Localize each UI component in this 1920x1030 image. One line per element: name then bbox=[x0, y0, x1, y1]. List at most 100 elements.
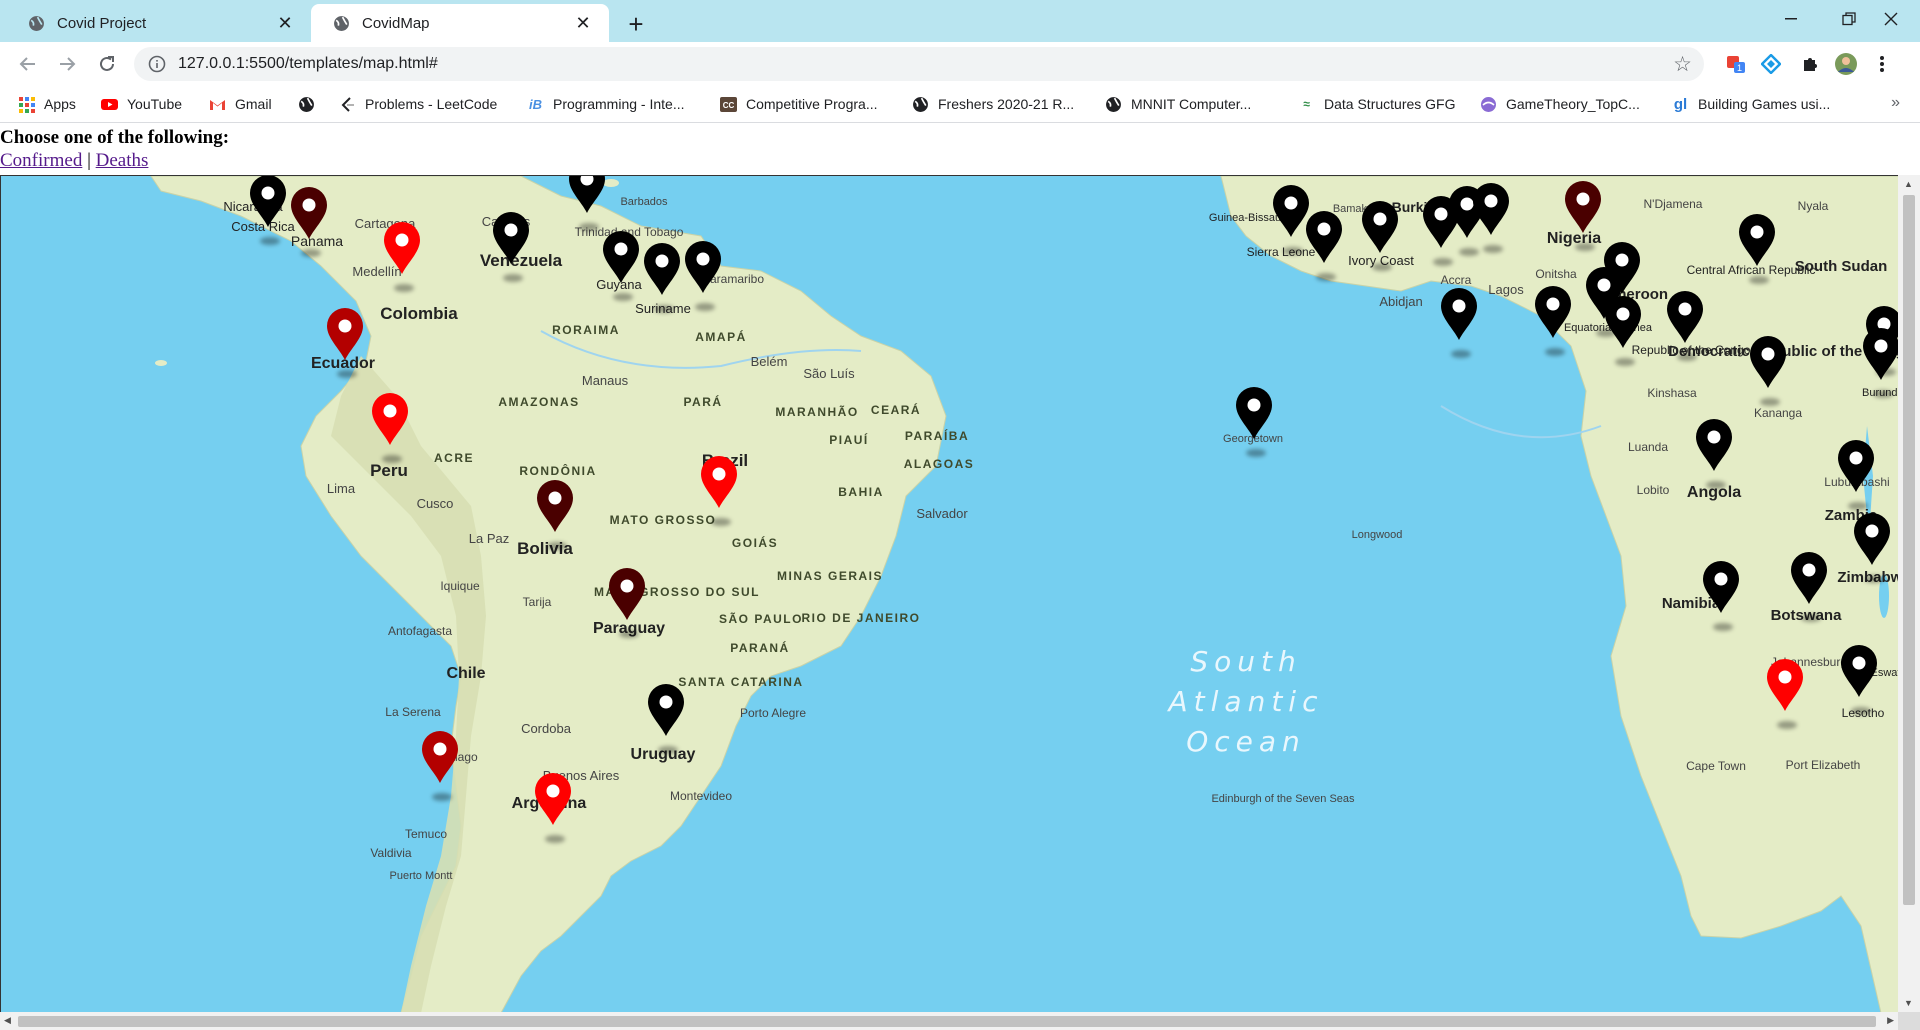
city-label: Port Elizabeth bbox=[1786, 758, 1861, 772]
horizontal-scrollbar[interactable]: ◀ ▶ bbox=[0, 1012, 1898, 1030]
city-label: Puerto Montt bbox=[390, 870, 453, 882]
state-label: ALAGOAS bbox=[904, 457, 975, 471]
country-label: Guinea-Bissau bbox=[1209, 212, 1281, 224]
city-label: Cape Town bbox=[1686, 759, 1746, 773]
state-label: PARÁ bbox=[683, 394, 722, 409]
city-label: Lima bbox=[327, 481, 356, 496]
city-label: Abidjan bbox=[1379, 294, 1422, 309]
scroll-up-icon[interactable]: ▲ bbox=[1904, 179, 1913, 189]
new-tab-button[interactable]: + bbox=[620, 8, 652, 40]
city-label: La Paz bbox=[469, 531, 509, 546]
more-bookmarks-icon[interactable]: » bbox=[1891, 94, 1900, 112]
bookmark-label: Apps bbox=[44, 96, 76, 112]
gfg-icon: ≈ bbox=[1303, 97, 1310, 111]
state-label: PARANÁ bbox=[730, 640, 789, 655]
tab-title: CovidMap bbox=[362, 14, 430, 32]
bookmark-gametheory[interactable]: GameTheory_TopC... bbox=[1480, 94, 1640, 114]
bookmark-mnnit[interactable]: MNNIT Computer... bbox=[1105, 94, 1251, 114]
url-text: 127.0.0.1:5500/templates/map.html# bbox=[178, 55, 438, 72]
bookmark-gmail[interactable]: Gmail bbox=[209, 94, 272, 114]
scroll-thumb[interactable] bbox=[18, 1016, 1876, 1027]
state-label: SÃO PAULO bbox=[719, 611, 803, 626]
close-window-icon[interactable] bbox=[1862, 0, 1920, 38]
city-label: N'Djamena bbox=[1644, 197, 1703, 211]
scroll-right-icon[interactable]: ▶ bbox=[1887, 1015, 1894, 1026]
scroll-left-icon[interactable]: ◀ bbox=[4, 1015, 11, 1026]
profile-avatar[interactable] bbox=[1834, 52, 1858, 76]
country-label: Ecuador bbox=[311, 355, 375, 372]
state-label: RORAIMA bbox=[552, 323, 620, 337]
reload-icon[interactable] bbox=[91, 48, 123, 80]
scroll-down-icon[interactable]: ▼ bbox=[1904, 998, 1913, 1008]
globe-icon bbox=[1106, 96, 1121, 112]
island bbox=[603, 179, 619, 187]
state-label: AMAPÁ bbox=[695, 329, 747, 344]
bookmark-apps[interactable]: Apps bbox=[18, 94, 76, 114]
codechef-icon: CC bbox=[720, 96, 737, 112]
topcoder-icon bbox=[1481, 96, 1496, 112]
bookmark-globe[interactable] bbox=[298, 94, 324, 114]
city-label: Medellín bbox=[352, 264, 401, 279]
ocean-label: South Atlantic Ocean bbox=[1167, 645, 1324, 758]
svg-text:CC: CC bbox=[723, 101, 735, 110]
city-label: Barbados bbox=[620, 196, 668, 208]
bookmark-youtube[interactable]: YouTube bbox=[101, 94, 182, 114]
tab-covid-project[interactable]: Covid Project ✕ bbox=[6, 4, 311, 42]
youtube-icon bbox=[101, 98, 118, 110]
bookmark-building-games[interactable]: gl Building Games usi... bbox=[1672, 94, 1830, 114]
bookmark-label: MNNIT Computer... bbox=[1131, 96, 1252, 112]
bookmark-interviewbit[interactable]: iB Programming - Inte... bbox=[527, 94, 685, 114]
bookmark-freshers[interactable]: Freshers 2020-21 R... bbox=[912, 94, 1074, 114]
city-label: Onitsha bbox=[1535, 267, 1577, 281]
city-label: Nyala bbox=[1798, 199, 1829, 213]
city-label: Tarija bbox=[523, 595, 552, 609]
tab-covidmap[interactable]: CovidMap ✕ bbox=[311, 4, 609, 42]
bookmark-gfg[interactable]: ≈ Data Structures GFG bbox=[1298, 94, 1455, 114]
forward-arrow-icon[interactable] bbox=[51, 48, 83, 80]
country-label: Costa Rica bbox=[231, 219, 295, 234]
menu-dots-icon[interactable] bbox=[1870, 52, 1894, 76]
city-label: Valdivia bbox=[370, 846, 411, 860]
bookmark-label: Building Games usi... bbox=[1698, 96, 1831, 112]
city-label: Temuco bbox=[405, 827, 447, 841]
info-icon[interactable] bbox=[148, 55, 166, 73]
address-bar[interactable]: 127.0.0.1:5500/templates/map.html# ☆ bbox=[134, 47, 1704, 81]
diamond-extension-icon[interactable] bbox=[1759, 52, 1783, 76]
close-tab-icon[interactable]: ✕ bbox=[273, 11, 297, 35]
city-label: Luanda bbox=[1628, 440, 1668, 454]
bookmark-label: Competitive Progra... bbox=[746, 96, 878, 112]
globe-icon bbox=[913, 96, 928, 112]
ocean-label-line: South bbox=[1190, 645, 1301, 678]
city-label: Accra bbox=[1441, 273, 1472, 287]
browser-toolbar: 127.0.0.1:5500/templates/map.html# ☆ 1 bbox=[0, 42, 1920, 86]
ocean-label-line: Ocean bbox=[1186, 725, 1306, 758]
bookmark-label: GameTheory_TopC... bbox=[1506, 96, 1640, 112]
globe-icon bbox=[29, 15, 44, 31]
city-label: Lobito bbox=[1637, 483, 1670, 497]
confirmed-link[interactable]: Confirmed bbox=[0, 150, 82, 171]
country-label: Sierra Leone bbox=[1247, 245, 1316, 259]
state-label: ACRE bbox=[434, 451, 474, 465]
bookmark-leetcode[interactable]: Problems - LeetCode bbox=[339, 94, 497, 114]
scroll-thumb[interactable] bbox=[1903, 195, 1915, 905]
state-label: MINAS GERAIS bbox=[777, 569, 883, 583]
country-label: Colombia bbox=[380, 304, 458, 323]
gmail-icon bbox=[210, 99, 225, 110]
bookmark-codechef[interactable]: CC Competitive Progra... bbox=[720, 94, 878, 114]
back-arrow-icon[interactable] bbox=[12, 48, 44, 80]
close-tab-icon[interactable]: ✕ bbox=[571, 11, 595, 35]
leetcode-icon bbox=[341, 96, 354, 112]
covid-map[interactable]: Nicaragua Costa Rica Panama Colombia Venezue… bbox=[0, 175, 1899, 1013]
ocean-label-line: Atlantic bbox=[1167, 685, 1324, 718]
translate-extension-icon[interactable]: 1 bbox=[1724, 52, 1748, 76]
deaths-link[interactable]: Deaths bbox=[96, 150, 149, 171]
extensions-puzzle-icon[interactable] bbox=[1798, 52, 1822, 76]
map-canvas[interactable]: NicaraguaCosta RicaPanamaColombiaVenezue… bbox=[1, 176, 1899, 1013]
vertical-scrollbar[interactable]: ▲ ▼ bbox=[1898, 175, 1920, 1012]
tab-strip: Covid Project ✕ CovidMap ✕ + bbox=[0, 0, 1920, 42]
bookmark-star-icon[interactable]: ☆ bbox=[1673, 52, 1692, 77]
city-label: Edinburgh of the Seven Seas bbox=[1211, 793, 1355, 805]
scrollbar-corner bbox=[1898, 1012, 1920, 1030]
minimize-icon[interactable] bbox=[1762, 0, 1820, 38]
state-label: CEARÁ bbox=[871, 402, 921, 417]
